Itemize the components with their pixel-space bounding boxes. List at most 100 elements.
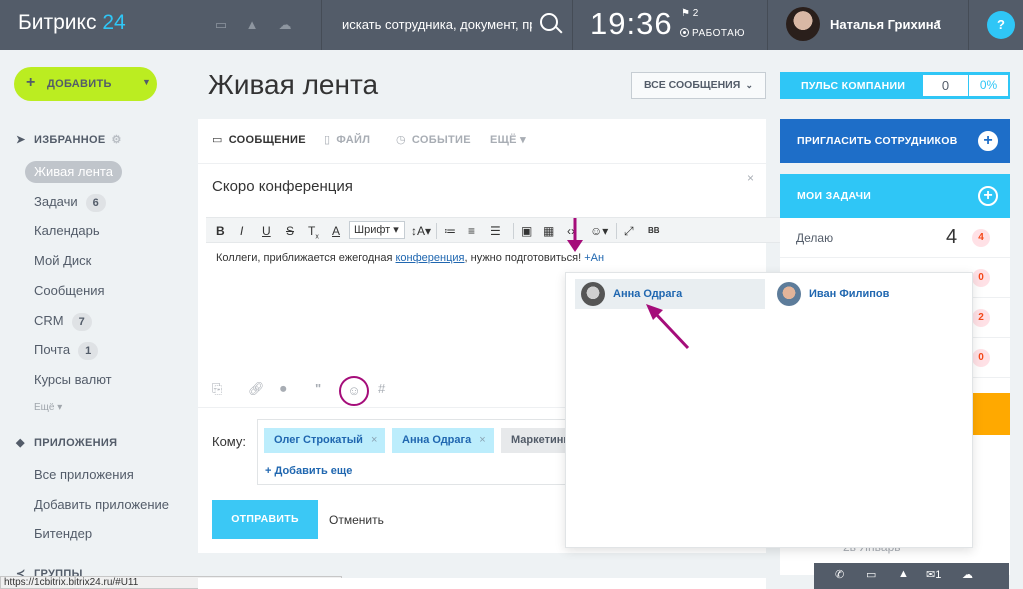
mention-user-icon[interactable]: ☺ [339, 376, 369, 406]
bell-icon[interactable]: ▲ [244, 17, 260, 32]
post-title-field[interactable]: Скоро конференция [212, 178, 353, 195]
plus-icon[interactable]: + [978, 131, 998, 151]
cloud-icon[interactable]: ☁ [277, 17, 293, 32]
bullet-list-icon[interactable]: ≡ [468, 223, 475, 239]
divider [968, 0, 969, 50]
hashtag-icon[interactable]: # [378, 381, 385, 396]
search-icon[interactable] [540, 13, 558, 31]
tab-file[interactable]: ▯ ФАЙЛ [324, 133, 370, 146]
annotation-arrows [567, 218, 690, 350]
font-select[interactable]: Шрифт ▾ [349, 221, 405, 239]
sidebar-item-live-feed[interactable]: Живая лента [25, 161, 122, 183]
file-icon: ▯ [324, 134, 331, 146]
feed-card [198, 578, 766, 589]
sidebar-more[interactable]: Ещё ▾ [34, 402, 62, 413]
mail-icon[interactable]: ✉1 [926, 568, 941, 581]
recipient-chip[interactable]: Олег Строкатый × [264, 428, 386, 453]
link-icon[interactable]: 🔗︎ [248, 381, 265, 397]
image-icon[interactable]: ▣ [521, 223, 532, 239]
chat-icon[interactable]: ▭ [213, 17, 229, 32]
cloud-icon[interactable]: ☁ [962, 568, 973, 581]
count-badge: 0 [972, 349, 990, 367]
align-icon[interactable]: ☰ [490, 223, 501, 239]
close-icon[interactable]: × [371, 434, 377, 446]
sidebar-item-crm[interactable]: CRM 7 [25, 310, 101, 332]
tab-more[interactable]: ЕЩЁ ▾ [490, 133, 526, 146]
add-recipient-link[interactable]: + Добавить еще [265, 465, 352, 477]
gear-icon[interactable]: ⚙ [112, 134, 122, 146]
close-icon[interactable]: × [747, 171, 754, 185]
company-pulse[interactable]: ПУЛЬС КОМПАНИИ 0 0% [780, 72, 1010, 99]
font-color-icon[interactable]: A [332, 223, 340, 239]
divider [436, 223, 437, 239]
recipients-field[interactable]: Олег Строкатый × Анна Одрага × Маркетинг +… [257, 419, 577, 485]
attach-icon[interactable]: ⎘ [212, 381, 222, 397]
promo-banner[interactable] [972, 393, 1010, 435]
status-dot-icon [680, 28, 689, 37]
divider [767, 0, 768, 50]
mention-option[interactable]: Иван Филипов [771, 279, 961, 309]
send-button[interactable]: ОТПРАВИТЬ [212, 500, 318, 539]
close-icon[interactable]: × [479, 434, 485, 446]
apps-title: ◆ ПРИЛОЖЕНИЯ [16, 437, 118, 449]
sidebar-item-currency[interactable]: Курсы валют [25, 369, 121, 391]
numbered-list-icon[interactable]: ≔ [444, 223, 456, 239]
chat-icon[interactable]: ▭ [866, 568, 876, 581]
clear-format-icon[interactable]: Tx [308, 223, 319, 240]
logo[interactable]: Битрикс 24 [18, 11, 126, 35]
search-box[interactable] [330, 0, 570, 50]
bell-icon[interactable]: ▲ [898, 568, 909, 580]
search-input[interactable] [342, 14, 532, 34]
invite-employees[interactable]: ПРИГЛАСИТЬ СОТРУДНИКОВ + [780, 119, 1010, 163]
count-badge: 7 [71, 313, 92, 331]
page-title: Живая лента [208, 69, 379, 100]
chevron-down-icon[interactable]: ▾ [936, 17, 941, 28]
sidebar-item-disk[interactable]: Мой Диск [25, 250, 100, 272]
cancel-button[interactable]: Отменить [329, 513, 384, 527]
sidebar-item-add-app[interactable]: Добавить приложение [25, 494, 178, 516]
sidebar-item-calendar[interactable]: Календарь [25, 220, 109, 242]
bold-button[interactable]: B [216, 223, 225, 239]
plus-icon[interactable]: + [978, 186, 998, 206]
video-icon[interactable]: ⏺ [280, 381, 287, 397]
flag-counter[interactable]: ⚑ 2 [681, 8, 698, 19]
count-badge: 6 [85, 194, 106, 212]
divider [572, 0, 573, 50]
user-avatar[interactable] [786, 7, 820, 41]
phone-icon[interactable]: ✆ [835, 568, 844, 581]
sidebar-item-messages[interactable]: Сообщения [25, 280, 114, 302]
divider [321, 0, 322, 50]
editor-body[interactable]: Коллеги, приближается ежегодная конферен… [216, 252, 604, 264]
strike-button[interactable]: S [286, 223, 294, 239]
sidebar-item-mail[interactable]: Почта 1 [25, 339, 107, 361]
message-icon: ▭ [212, 134, 223, 146]
work-status[interactable]: РАБОТАЮ [680, 28, 745, 39]
my-tasks-header[interactable]: МОИ ЗАДАЧИ + [780, 174, 1010, 218]
add-button[interactable]: + ДОБАВИТЬ ▼ [14, 67, 157, 101]
text-link[interactable]: конференция [396, 252, 465, 264]
bottom-dock: ✆ ▭ ▲ ✉1 ☁ [814, 563, 1009, 589]
filter-dropdown[interactable]: ВСЕ СООБЩЕНИЯ ⌄ [631, 72, 766, 99]
task-row[interactable]: Делаю 4 4 [780, 218, 1010, 258]
sidebar-item-all-apps[interactable]: Все приложения [25, 464, 143, 486]
tab-message[interactable]: ▭ СООБЩЕНИЕ [212, 133, 306, 146]
recipient-chip[interactable]: Анна Одрага × [392, 428, 494, 453]
underline-button[interactable]: U [262, 223, 271, 239]
quote-icon[interactable]: " [315, 381, 321, 396]
count-badge: 1 [78, 342, 99, 360]
post-tabs: ▭ СООБЩЕНИЕ ▯ ФАЙЛ ◷ СОБЫТИЕ ЕЩЁ ▾ [198, 119, 766, 164]
avatar [777, 282, 801, 306]
clock-icon: ◷ [396, 134, 406, 146]
sidebar-item-tasks[interactable]: Задачи 6 [25, 191, 115, 213]
help-button[interactable]: ? [987, 11, 1015, 39]
sidebar-item-bitender[interactable]: Битендер [25, 523, 101, 545]
tab-event[interactable]: ◷ СОБЫТИЕ [396, 133, 471, 146]
font-size-icon[interactable]: ↕A▾ [411, 223, 431, 239]
user-name[interactable]: Наталья Грихина [830, 17, 941, 32]
cube-icon: ◆ [16, 437, 25, 449]
top-bar: Битрикс 24 ▭ ▲ ☁ 19:36 ⚑ 2 РАБОТАЮ Натал… [0, 0, 1023, 50]
clock[interactable]: 19:36 [590, 6, 673, 42]
pulse-value: 0 [923, 75, 968, 96]
italic-button[interactable]: I [240, 223, 243, 239]
table-icon[interactable]: ▦ [543, 223, 554, 239]
